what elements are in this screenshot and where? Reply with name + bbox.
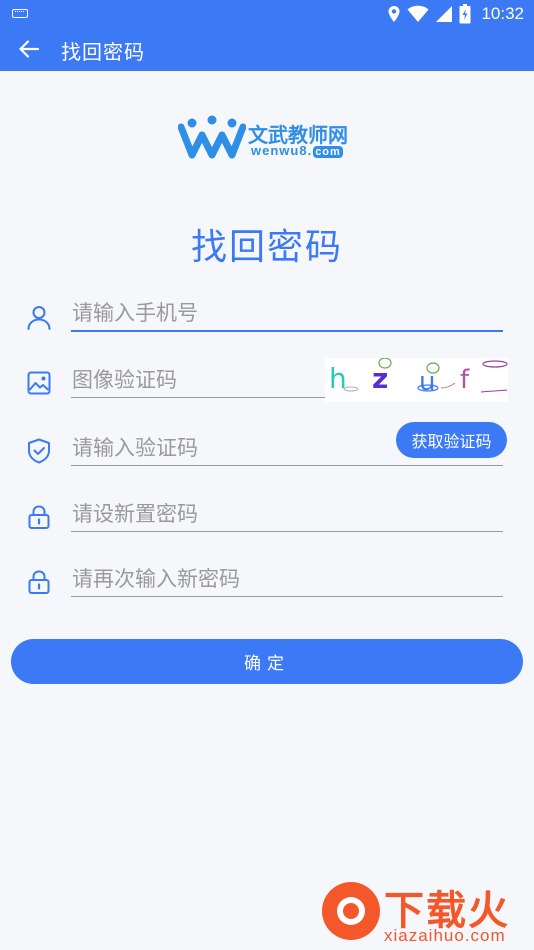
user-icon [27, 306, 51, 330]
app-bar-title: 找回密码 [61, 40, 145, 64]
signal-icon [436, 6, 453, 22]
captcha-char-4: f [460, 365, 470, 395]
logo-domain-main: wenwu8. [251, 143, 313, 158]
status-time: 10:32 [481, 4, 524, 23]
back-button[interactable] [16, 37, 42, 61]
battery-icon [459, 4, 471, 24]
captcha-char-1: h [329, 362, 347, 395]
confirm-password-row [0, 557, 534, 607]
captcha-char-3: u [419, 367, 435, 397]
watermark: 下载火 xiazaihuo.com [314, 876, 530, 948]
status-bar: 10:32 [0, 0, 534, 27]
watermark-domain: xiazaihuo.com [384, 926, 506, 945]
captcha-char-2: z [372, 362, 388, 395]
location-icon [388, 6, 400, 22]
sms-code-row: 获取验证码 [0, 422, 534, 476]
page-title: 找回密码 [190, 227, 343, 268]
status-icons: 10:32 [387, 3, 524, 25]
new-password-row [0, 492, 534, 542]
logo: 文武教师网 wenwu8. com [178, 115, 358, 161]
logo-domain: wenwu8. com [251, 143, 343, 158]
logo-mark-icon [178, 115, 246, 159]
arrow-left-icon [19, 40, 39, 58]
lock-icon [28, 505, 50, 529]
captcha-image[interactable]: h z u f [325, 358, 508, 402]
get-code-button[interactable]: 获取验证码 [396, 422, 507, 458]
captcha-row: h z u f [0, 358, 534, 408]
lock-icon [28, 570, 50, 594]
phone-row [0, 292, 534, 342]
logo-domain-suffix: com [313, 146, 343, 158]
watermark-logo-dot [343, 903, 359, 919]
image-icon [27, 371, 51, 395]
wifi-icon [407, 5, 429, 23]
app-bar: 找回密码 [0, 27, 534, 71]
confirm-password-input[interactable] [71, 557, 503, 597]
new-password-input[interactable] [71, 492, 503, 532]
phone-input[interactable] [71, 292, 503, 332]
keyboard-icon [12, 9, 28, 18]
shield-check-icon [28, 438, 50, 464]
confirm-button[interactable]: 确定 [11, 639, 523, 684]
